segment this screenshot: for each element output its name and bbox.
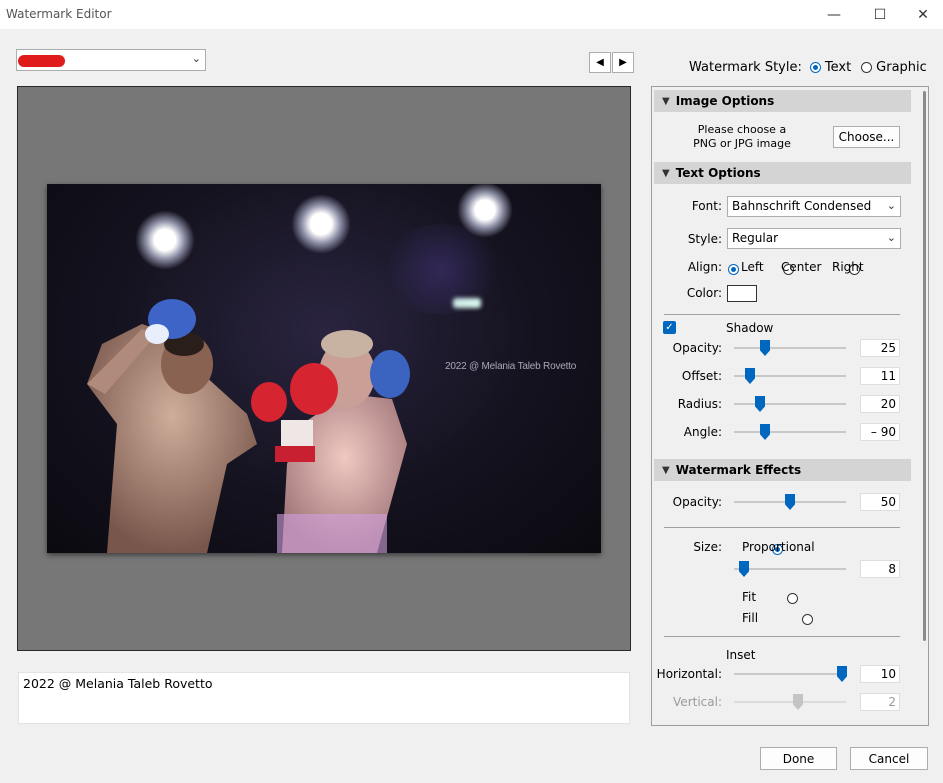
shadow-offset-thumb[interactable]	[745, 368, 755, 384]
preset-select[interactable]: ⌄	[16, 49, 206, 71]
shadow-angle-thumb[interactable]	[760, 424, 770, 440]
size-label: Size:	[693, 540, 722, 554]
checkmark-icon: ✓	[665, 322, 674, 333]
collapse-triangle-icon: ▼	[662, 464, 670, 476]
style-graphic-label[interactable]: Graphic	[876, 60, 927, 75]
align-right-label[interactable]: Right	[832, 260, 864, 274]
shadow-angle-value[interactable]: – 90	[860, 423, 900, 441]
watermark-style-row: Watermark Style: Text Graphic	[689, 60, 927, 75]
preview-photo: 2022 @ Melania Taleb Rovetto	[47, 184, 601, 553]
chevron-down-icon: ⌄	[886, 199, 896, 212]
size-fill-label[interactable]: Fill	[742, 611, 758, 625]
size-slider[interactable]	[734, 568, 846, 570]
watermark-text-input[interactable]: 2022 @ Melania Taleb Rovetto	[18, 672, 630, 724]
window-title: Watermark Editor	[6, 7, 112, 21]
font-select-value: Bahnschrift Condensed	[732, 199, 872, 213]
options-panel: ▼ Image Options Please choose a PNG or J…	[651, 86, 929, 726]
redacted-preset-name	[18, 55, 65, 67]
shadow-offset-value[interactable]: 11	[860, 367, 900, 385]
title-bar: Watermark Editor — ☐ ✕	[0, 0, 943, 29]
watermark-effects-header[interactable]: ▼ Watermark Effects	[654, 459, 911, 481]
divider	[664, 636, 900, 637]
next-button[interactable]: ▶	[612, 52, 634, 73]
watermark-style-label: Watermark Style:	[689, 60, 802, 75]
size-fill-radio[interactable]	[802, 614, 814, 625]
maximize-icon: ☐	[873, 6, 887, 23]
collapse-triangle-icon: ▼	[662, 95, 670, 107]
align-left-label[interactable]: Left	[741, 260, 764, 274]
divider	[664, 314, 900, 315]
size-thumb[interactable]	[739, 561, 749, 577]
shadow-radius-label: Radius:	[677, 397, 722, 411]
shadow-label: Shadow	[726, 321, 774, 335]
minimize-icon: —	[827, 6, 841, 23]
image-hint-line1: Please choose a	[697, 123, 787, 136]
image-options-title: Image Options	[675, 94, 775, 108]
shadow-checkbox[interactable]: ✓	[663, 321, 676, 334]
shadow-opacity-slider[interactable]	[734, 347, 846, 349]
horizontal-label: Horizontal:	[656, 667, 722, 681]
image-options-header[interactable]: ▼ Image Options	[654, 90, 911, 112]
align-label: Align:	[687, 260, 722, 274]
vertical-slider	[734, 701, 846, 703]
chevron-down-icon: ⌄	[191, 52, 201, 65]
effects-opacity-thumb[interactable]	[785, 494, 795, 510]
shadow-radius-value[interactable]: 20	[860, 395, 900, 413]
text-options-title: Text Options	[675, 166, 761, 180]
collapse-triangle-icon: ▼	[662, 167, 670, 179]
shadow-opacity-value[interactable]: 25	[860, 339, 900, 357]
shadow-angle-slider[interactable]	[734, 431, 846, 433]
text-options-header[interactable]: ▼ Text Options	[654, 162, 911, 184]
style-graphic-radio[interactable]	[861, 62, 873, 73]
image-hint-line2: PNG or JPG image	[693, 137, 791, 150]
shadow-radius-thumb[interactable]	[755, 396, 765, 412]
style-text-radio[interactable]	[809, 62, 821, 73]
triangle-right-icon: ▶	[619, 57, 627, 68]
color-label: Color:	[686, 286, 722, 300]
style-text-label[interactable]: Text	[825, 60, 851, 75]
vertical-label: Vertical:	[673, 695, 722, 709]
shadow-offset-label: Offset:	[681, 369, 722, 383]
triangle-left-icon: ◀	[596, 57, 604, 68]
previous-button[interactable]: ◀	[589, 52, 611, 73]
shadow-opacity-thumb[interactable]	[760, 340, 770, 356]
maximize-button[interactable]: ☐	[857, 0, 903, 29]
inset-label: Inset	[726, 648, 756, 662]
size-fit-label[interactable]: Fit	[742, 590, 756, 604]
cancel-button[interactable]: Cancel	[850, 747, 928, 770]
horizontal-thumb[interactable]	[837, 666, 847, 682]
size-value[interactable]: 8	[860, 560, 900, 578]
effects-opacity-value[interactable]: 50	[860, 493, 900, 511]
font-label: Font:	[691, 199, 722, 213]
close-button[interactable]: ✕	[903, 0, 943, 29]
vertical-value: 2	[860, 693, 900, 711]
shadow-angle-label: Angle:	[683, 425, 722, 439]
font-select[interactable]: Bahnschrift Condensed ⌄	[727, 196, 901, 217]
minimize-button[interactable]: —	[811, 0, 857, 29]
color-swatch[interactable]	[727, 285, 757, 302]
shadow-opacity-label: Opacity:	[672, 341, 722, 355]
vertical-thumb	[793, 694, 803, 710]
horizontal-slider[interactable]	[734, 673, 846, 675]
close-icon: ✕	[917, 6, 929, 23]
watermark-effects-title: Watermark Effects	[675, 463, 802, 477]
align-left-radio[interactable]	[728, 264, 739, 275]
size-fit-radio[interactable]	[787, 593, 799, 604]
style-select[interactable]: Regular ⌄	[727, 228, 901, 249]
choose-image-button[interactable]: Choose...	[833, 126, 900, 148]
shadow-radius-slider[interactable]	[734, 403, 846, 405]
horizontal-value[interactable]: 10	[860, 665, 900, 683]
divider	[664, 527, 900, 528]
effects-opacity-label: Opacity:	[672, 495, 722, 509]
chevron-down-icon: ⌄	[886, 231, 896, 244]
size-proportional-label[interactable]: Proportional	[742, 540, 815, 554]
panel-scrollbar[interactable]	[923, 91, 926, 641]
style-select-value: Regular	[732, 231, 779, 245]
style-label: Style:	[687, 232, 722, 246]
watermark-overlay-text: 2022 @ Melania Taleb Rovetto	[445, 361, 577, 372]
align-center-label[interactable]: Center	[781, 260, 821, 274]
done-button[interactable]: Done	[760, 747, 837, 770]
